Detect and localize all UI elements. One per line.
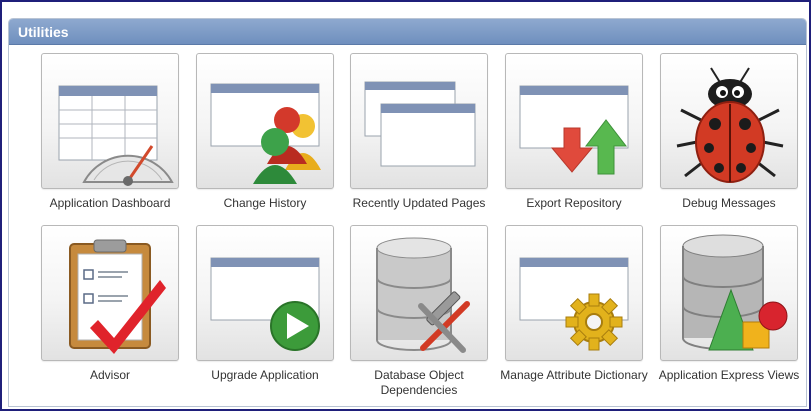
- play-button-icon: [210, 257, 320, 351]
- tile-label: Application Dashboard: [49, 196, 171, 210]
- tile-icon-box[interactable]: [41, 53, 179, 189]
- tile-application-express-views[interactable]: Application Express Views: [652, 225, 806, 383]
- tile-export-repository[interactable]: Export Repository: [497, 53, 651, 211]
- utilities-grid: Application Dashboard Change History Rec…: [9, 45, 806, 405]
- tile-debug-messages[interactable]: Debug Messages: [652, 53, 806, 211]
- pages-stack-icon: [364, 81, 476, 167]
- ladybug-icon: [676, 67, 784, 183]
- tile-label: Upgrade Application: [211, 368, 319, 382]
- tile-icon-box[interactable]: [660, 53, 798, 189]
- region-header: Utilities: [9, 19, 806, 45]
- tile-label: Debug Messages: [682, 196, 776, 210]
- tile-label: Change History: [223, 196, 307, 210]
- database-tools-icon: [376, 237, 470, 353]
- utilities-region: Utilities Application Dashboard Change H…: [8, 18, 807, 407]
- tile-advisor[interactable]: Advisor: [33, 225, 187, 383]
- tile-label: Recently Updated Pages: [352, 196, 486, 210]
- people-icon: [210, 83, 321, 184]
- region-title: Utilities: [18, 24, 69, 40]
- tile-label: Application Express Views: [658, 368, 800, 382]
- tile-recently-updated-pages[interactable]: Recently Updated Pages: [342, 53, 496, 211]
- tile-label: Export Repository: [526, 196, 622, 210]
- tile-icon-box[interactable]: [196, 225, 334, 361]
- page-frame: Utilities Application Dashboard Change H…: [0, 0, 811, 411]
- tile-label: Advisor: [89, 368, 130, 382]
- tile-icon-box[interactable]: [41, 225, 179, 361]
- clipboard-checkmark-icon: [69, 239, 166, 354]
- tile-icon-box[interactable]: [505, 225, 643, 361]
- tile-icon-box[interactable]: [350, 53, 488, 189]
- tile-manage-attribute-dictionary[interactable]: Manage Attribute Dictionary: [497, 225, 651, 383]
- tile-icon-box[interactable]: [350, 225, 488, 361]
- tile-upgrade-application[interactable]: Upgrade Application: [188, 225, 342, 383]
- dashboard-gauge-icon: [58, 85, 174, 186]
- gear-icon: [519, 257, 629, 351]
- tile-icon-box[interactable]: [660, 225, 798, 361]
- tile-icon-box[interactable]: [505, 53, 643, 189]
- tile-label: Manage Attribute Dictionary: [500, 368, 648, 382]
- tile-change-history[interactable]: Change History: [188, 53, 342, 211]
- tile-icon-box[interactable]: [196, 53, 334, 189]
- tile-label: Database Object Dependencies: [374, 368, 464, 397]
- tile-database-object-dependencies[interactable]: Database Object Dependencies: [342, 225, 496, 398]
- tile-application-dashboard[interactable]: Application Dashboard: [33, 53, 187, 211]
- database-shapes-icon: [682, 234, 788, 351]
- export-arrows-icon: [519, 85, 629, 175]
